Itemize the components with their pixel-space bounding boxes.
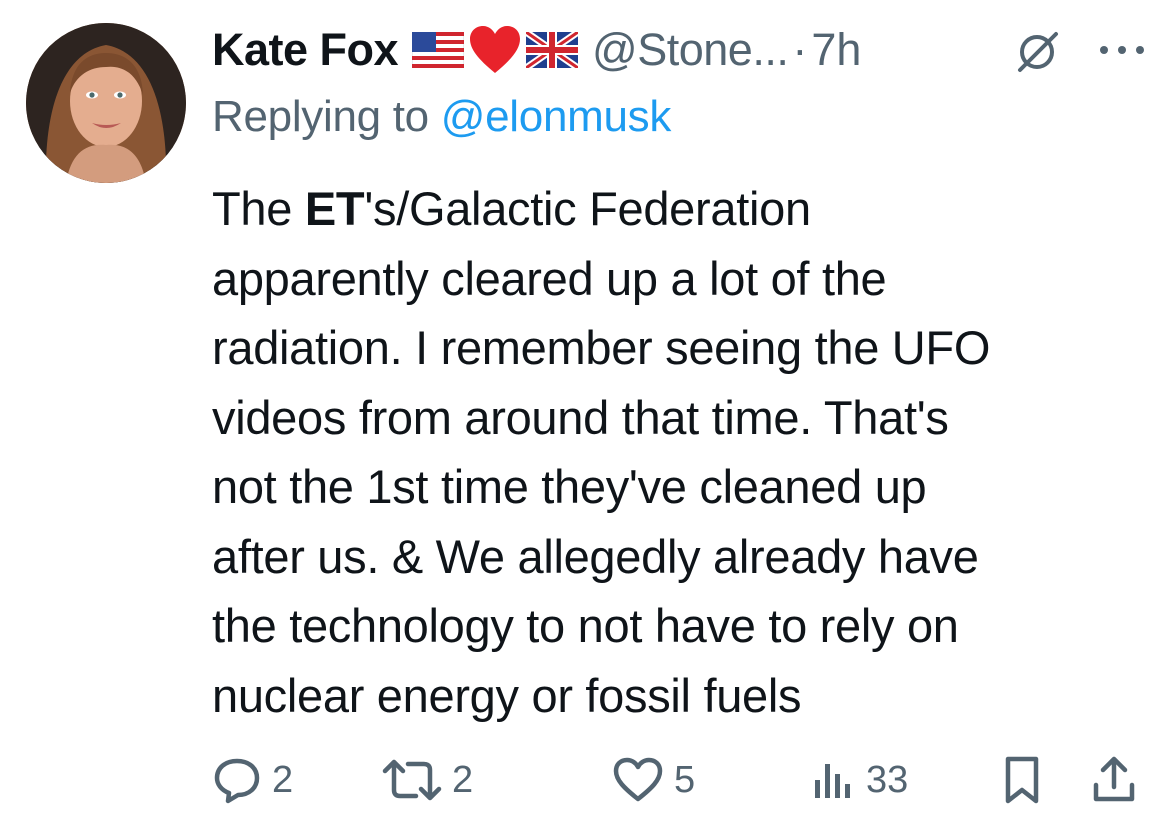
red-heart-icon: [470, 26, 521, 73]
tweet-time[interactable]: 7h: [811, 24, 861, 76]
tweet-text-line: nuclear energy or fossil fuels: [212, 668, 802, 722]
heart-icon: [613, 757, 663, 802]
bookmark-button[interactable]: [1002, 752, 1042, 808]
tweet-text-line: after us. & We allegedly already have: [212, 529, 979, 583]
tweet-text-line: radiation. I remember seeing the UFO: [212, 321, 991, 374]
author-emojis: [412, 25, 579, 75]
grok-icon[interactable]: [1012, 30, 1062, 74]
tweet-text-line: videos from around that time. That's: [212, 390, 949, 444]
bookmark-icon: [1005, 756, 1039, 804]
author-name[interactable]: Kate Fox: [212, 24, 399, 76]
views-button[interactable]: 33: [812, 752, 908, 808]
reply-mention-link[interactable]: @elonmusk: [441, 92, 672, 141]
us-flag-icon: [412, 32, 465, 68]
share-icon: [1093, 756, 1135, 802]
tweet-text: The ET's/Galactic Federation apparently …: [212, 174, 1142, 730]
view-count: 33: [866, 758, 909, 801]
author-handle[interactable]: @Stone...: [592, 24, 789, 76]
reply-count: 2: [272, 758, 294, 801]
action-bar: 2 2 5 33: [212, 752, 1152, 808]
like-count: 5: [674, 758, 696, 801]
uk-flag-icon: [526, 32, 579, 68]
text-segment: The: [212, 182, 305, 235]
text-segment: 's/Galactic Federation: [364, 182, 811, 235]
tweet-text-line: apparently cleared up a lot of the: [212, 251, 887, 305]
tweet-header: Kate Fox @Stone... · 7h: [212, 22, 1152, 78]
more-options-icon[interactable]: [1092, 30, 1152, 70]
tweet-text-line: not the 1st time they've cleaned up: [212, 460, 927, 513]
repost-count: 2: [452, 758, 474, 801]
bold-segment: ET: [304, 182, 365, 235]
like-button[interactable]: 5: [612, 752, 695, 808]
views-chart-icon: [815, 764, 850, 798]
share-button[interactable]: [1092, 752, 1136, 808]
repost-icon: [382, 759, 442, 801]
tweet-text-line: The ET's/Galactic Federation: [212, 174, 1142, 244]
replying-prefix: Replying to: [212, 92, 441, 141]
reply-button[interactable]: 2: [212, 752, 293, 808]
avatar-image: [26, 23, 186, 183]
repost-button[interactable]: 2: [382, 752, 473, 808]
separator-dot: ·: [792, 24, 808, 75]
reply-icon: [214, 758, 260, 804]
tweet-text-line: the technology to not have to rely on: [212, 599, 959, 652]
replying-to: Replying to @elonmusk: [212, 92, 671, 142]
avatar[interactable]: [26, 23, 186, 183]
